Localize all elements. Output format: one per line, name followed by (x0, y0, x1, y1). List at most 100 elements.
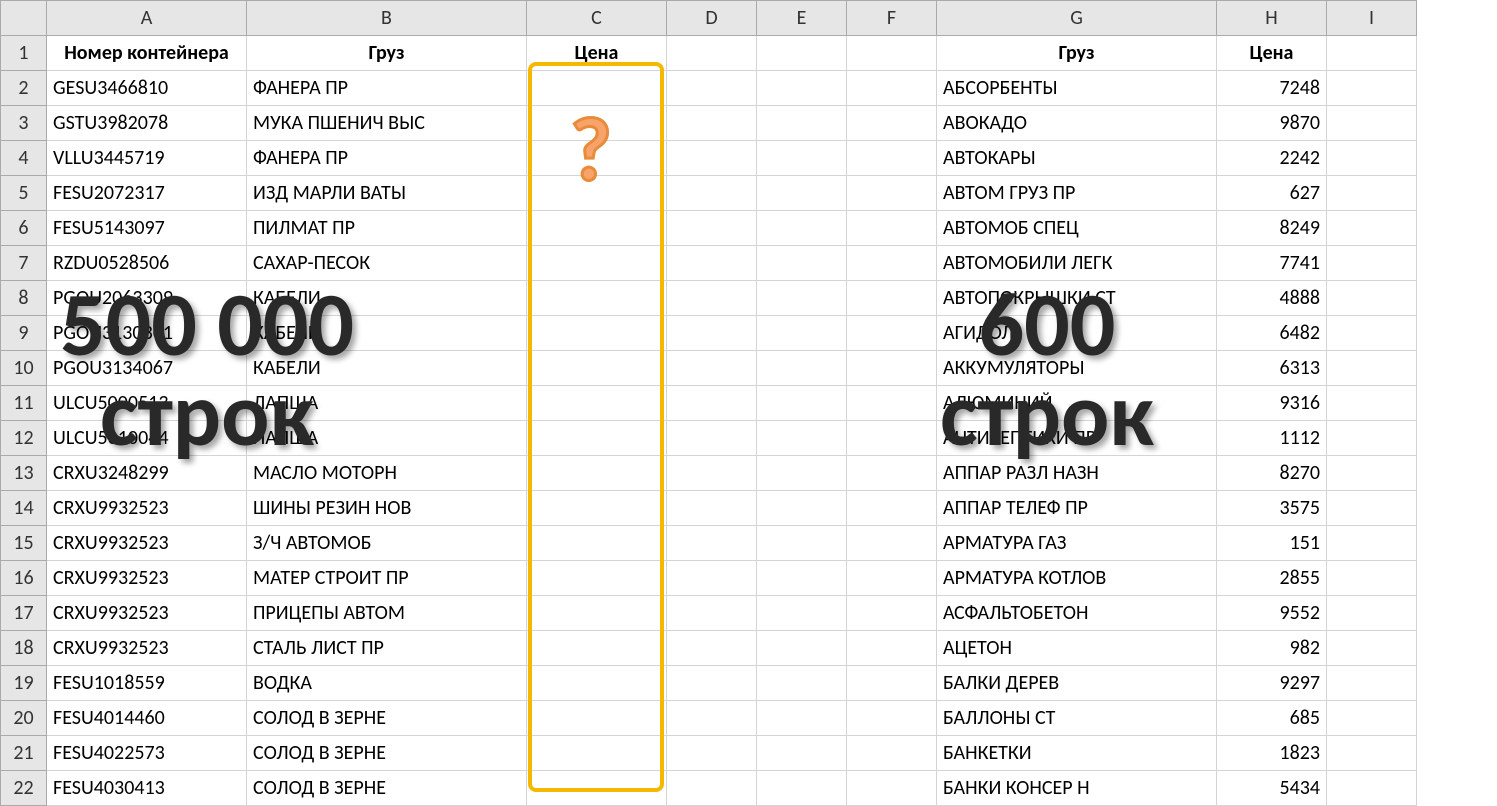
cell[interactable]: FESU4030413 (47, 771, 247, 806)
cell[interactable]: FESU4022573 (47, 736, 247, 771)
cell[interactable]: Груз (247, 36, 527, 71)
cell[interactable]: АППАР ТЕЛЕФ ПР (937, 491, 1217, 526)
row-header[interactable]: 6 (1, 211, 47, 246)
cell[interactable] (847, 561, 937, 596)
cell[interactable]: АППАР РАЗЛ НАЗН (937, 456, 1217, 491)
cell[interactable] (527, 351, 667, 386)
cell[interactable] (757, 351, 847, 386)
cell[interactable]: CRXU9932523 (47, 491, 247, 526)
cell[interactable] (757, 421, 847, 456)
cell[interactable]: FESU1018559 (47, 666, 247, 701)
cell[interactable]: VLLU3445719 (47, 141, 247, 176)
cell[interactable] (847, 36, 937, 71)
cell[interactable]: 1112 (1217, 421, 1327, 456)
cell[interactable] (527, 526, 667, 561)
cell[interactable] (847, 71, 937, 106)
cell[interactable]: БАНКИ КОНСЕР Н (937, 771, 1217, 806)
cell[interactable] (847, 701, 937, 736)
cell[interactable]: CRXU9932523 (47, 526, 247, 561)
cell[interactable] (757, 386, 847, 421)
cell[interactable]: 685 (1217, 701, 1327, 736)
cell[interactable]: 627 (1217, 176, 1327, 211)
cell[interactable] (847, 771, 937, 806)
cell[interactable]: БАЛЛОНЫ СТ (937, 701, 1217, 736)
cell[interactable] (757, 456, 847, 491)
col-header-D[interactable]: D (667, 1, 757, 36)
cell[interactable] (847, 631, 937, 666)
cell[interactable] (1327, 701, 1417, 736)
cell[interactable]: АРМАТУРА КОТЛОВ (937, 561, 1217, 596)
row-header[interactable]: 22 (1, 771, 47, 806)
cell[interactable]: 4888 (1217, 281, 1327, 316)
cell[interactable] (1327, 246, 1417, 281)
cell[interactable]: ВОДКА (247, 666, 527, 701)
cell[interactable]: GESU3466810 (47, 71, 247, 106)
cell[interactable] (757, 596, 847, 631)
cell[interactable] (667, 281, 757, 316)
cell[interactable] (527, 281, 667, 316)
cell[interactable] (1327, 316, 1417, 351)
cell[interactable]: АВТОКАРЫ (937, 141, 1217, 176)
cell[interactable]: АВТОМОБИЛИ ЛЕГК (937, 246, 1217, 281)
cell[interactable] (1327, 421, 1417, 456)
cell[interactable]: 6482 (1217, 316, 1327, 351)
cell[interactable]: 982 (1217, 631, 1327, 666)
cell[interactable] (1327, 71, 1417, 106)
cell[interactable]: СОЛОД В ЗЕРНЕ (247, 701, 527, 736)
cell[interactable] (757, 666, 847, 701)
cell[interactable]: КАБЕЛИ (247, 316, 527, 351)
cell[interactable] (847, 491, 937, 526)
cell[interactable] (527, 736, 667, 771)
cell[interactable] (527, 246, 667, 281)
cell[interactable] (667, 491, 757, 526)
row-header[interactable]: 8 (1, 281, 47, 316)
cell[interactable] (527, 106, 667, 141)
cell[interactable]: БАЛКИ ДЕРЕВ (937, 666, 1217, 701)
cell[interactable]: АВТОМОБ СПЕЦ (937, 211, 1217, 246)
cell[interactable] (527, 211, 667, 246)
cell[interactable] (667, 36, 757, 71)
cell[interactable] (1327, 666, 1417, 701)
cell[interactable] (1327, 106, 1417, 141)
cell[interactable] (847, 526, 937, 561)
cell[interactable] (527, 176, 667, 211)
cell[interactable] (1327, 36, 1417, 71)
cell[interactable] (667, 351, 757, 386)
cell[interactable] (847, 246, 937, 281)
cell[interactable] (667, 456, 757, 491)
cell[interactable]: PGOU3134067 (47, 351, 247, 386)
cell[interactable]: СТАЛЬ ЛИСТ ПР (247, 631, 527, 666)
cell[interactable]: 6313 (1217, 351, 1327, 386)
cell[interactable] (1327, 456, 1417, 491)
cell[interactable]: 8249 (1217, 211, 1327, 246)
cell[interactable]: GSTU3982078 (47, 106, 247, 141)
col-header-F[interactable]: F (847, 1, 937, 36)
cell[interactable] (847, 106, 937, 141)
row-header[interactable]: 1 (1, 36, 47, 71)
cell[interactable]: ЛАПША (247, 386, 527, 421)
cell[interactable] (1327, 351, 1417, 386)
cell[interactable]: АНТИСЕПТИКИ ПР (937, 421, 1217, 456)
col-header-A[interactable]: A (47, 1, 247, 36)
cell[interactable] (667, 141, 757, 176)
cell[interactable] (667, 596, 757, 631)
cell[interactable] (667, 176, 757, 211)
cell[interactable] (527, 386, 667, 421)
cell[interactable]: СОЛОД В ЗЕРНЕ (247, 771, 527, 806)
cell[interactable] (667, 526, 757, 561)
cell[interactable] (757, 106, 847, 141)
cell[interactable]: 9870 (1217, 106, 1327, 141)
cell[interactable] (847, 456, 937, 491)
cell[interactable] (757, 701, 847, 736)
cell[interactable] (1327, 176, 1417, 211)
select-all-corner[interactable] (1, 1, 47, 36)
cell[interactable]: КАБЕЛИ (247, 351, 527, 386)
cell[interactable]: ULCU5000513 (47, 386, 247, 421)
cell[interactable]: МАТЕР СТРОИТ ПР (247, 561, 527, 596)
row-header[interactable]: 18 (1, 631, 47, 666)
row-header[interactable]: 15 (1, 526, 47, 561)
cell[interactable]: АГИДОЛ (937, 316, 1217, 351)
cell[interactable] (757, 771, 847, 806)
col-header-I[interactable]: I (1327, 1, 1417, 36)
cell[interactable] (1327, 526, 1417, 561)
